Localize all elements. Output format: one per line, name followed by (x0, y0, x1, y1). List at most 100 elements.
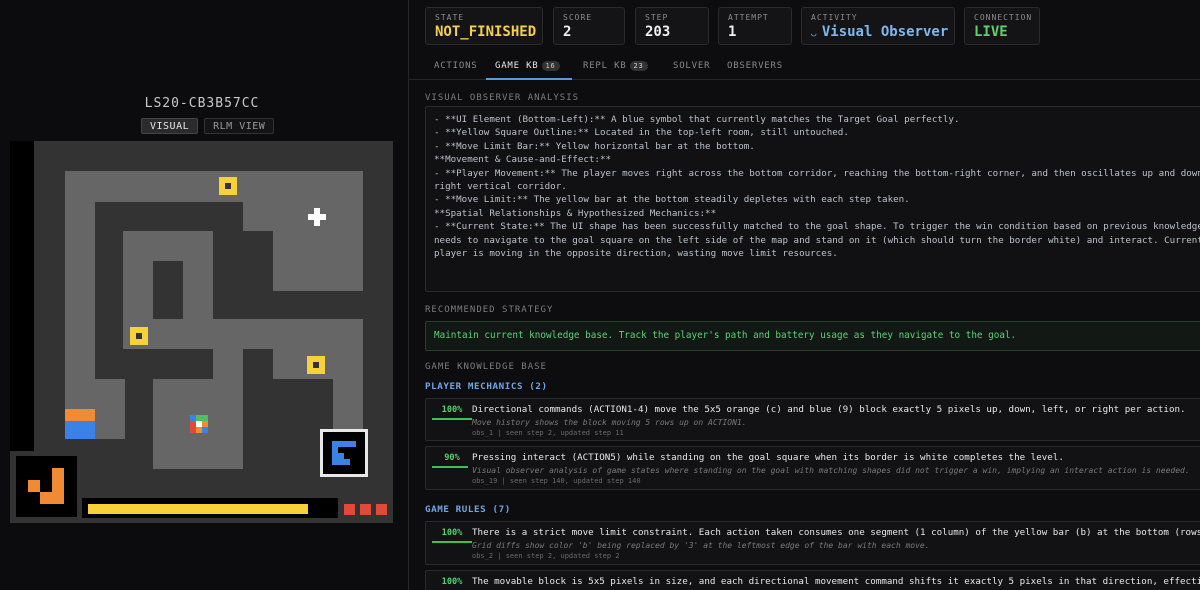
floor (333, 349, 363, 439)
floor (243, 201, 303, 231)
attempt-stat: ATTEMPT 1 (718, 7, 792, 45)
yellow-square-top (219, 177, 237, 195)
analysis-line: - **Yellow Square Outline:** Located in … (434, 127, 849, 139)
life-indicator (376, 504, 387, 515)
score-value: 2 (563, 24, 572, 40)
kb-meta: obs_1 | seen step 2, updated step 11 (472, 429, 624, 437)
view-toggle: VISUAL RLM VIEW (141, 118, 275, 134)
white-plus-icon (308, 208, 326, 226)
analysis-line: - **Move Limit Bar:** Yellow horizontal … (434, 140, 755, 152)
kb-card[interactable]: 100% There is a strict move limit constr… (425, 521, 1200, 565)
multicolor-sprite (190, 415, 208, 433)
analysis-line: player is moving in the opposite directi… (434, 248, 838, 260)
move-limit-bar (88, 504, 308, 514)
game-title: LS20-CB3B57CC (144, 96, 260, 111)
yellow-square-right (307, 356, 325, 374)
goal-box (320, 429, 368, 477)
state-stat: STATE NOT_FINISHED (425, 7, 543, 45)
analysis-line: - **Player Movement:** The player moves … (434, 167, 1200, 179)
analysis-title: VISUAL OBSERVER ANALYSIS (425, 93, 580, 103)
rlm-view-button[interactable]: RLM VIEW (204, 118, 275, 134)
kb-card[interactable]: 90% Pressing interact (ACTION5) while st… (425, 446, 1200, 490)
confidence-percent: 100% (441, 405, 463, 415)
confidence-bar (432, 418, 472, 420)
confidence-percent: 100% (441, 577, 463, 587)
activity-stat: ACTIVITY ◡ Visual Observer (801, 7, 955, 45)
kb-text: The movable block is 5x5 pixels in size,… (472, 576, 1200, 587)
floor (123, 319, 363, 349)
tab-label: SOLVER (673, 61, 711, 71)
kb-card[interactable]: 100% Directional commands (ACTION1-4) mo… (425, 398, 1200, 441)
confidence-bar (432, 541, 472, 543)
analysis-line: - **Move Limit:** The yellow bar at the … (434, 194, 910, 206)
stat-label: CONNECTION (974, 13, 1033, 22)
kb-group-title: PLAYER MECHANICS (2) (425, 381, 548, 392)
stat-label: ACTIVITY (811, 13, 858, 22)
activity-text: Visual Observer (821, 24, 949, 40)
game-board[interactable] (10, 141, 393, 523)
tab-label: OBSERVERS (727, 61, 783, 71)
tab-game-kb[interactable]: GAME KB 16 (495, 61, 560, 71)
confidence-percent: 90% (444, 453, 460, 463)
connection-stat: CONNECTION LIVE (964, 7, 1040, 45)
kb-text: Pressing interact (ACTION5) while standi… (472, 452, 1064, 463)
floor (273, 171, 363, 291)
analysis-line: - **Current State:** The UI shape has be… (434, 221, 1200, 233)
kb-title: GAME KNOWLEDGE BASE (425, 362, 547, 372)
step-value: 203 (645, 24, 671, 40)
analysis-line: needs to navigate to the goal square on … (434, 234, 1200, 246)
analysis-line: **Movement & Cause-and-Effect:** (434, 154, 612, 166)
stat-label: ATTEMPT (728, 13, 769, 22)
kb-meta: obs_2 | seen step 2, updated step 2 (472, 552, 620, 560)
tab-actions[interactable]: ACTIONS (434, 61, 478, 71)
floor (183, 261, 213, 321)
spinner-icon: ◡ (811, 29, 822, 39)
kb-text: Directional commands (ACTION1-4) move th… (472, 404, 1186, 415)
stat-label: SCORE (563, 13, 593, 22)
active-tab-indicator (486, 78, 572, 80)
tab-label: GAME KB (495, 61, 539, 71)
confidence-bar (432, 466, 468, 468)
analysis-line: **Spatial Relationships & Hypothesized M… (434, 207, 717, 219)
floor (213, 349, 243, 379)
yellow-square-left (130, 327, 148, 345)
strategy-box: Maintain current knowledge base. Track t… (425, 321, 1200, 351)
life-indicator (344, 504, 355, 515)
life-indicator (360, 504, 371, 515)
player-block (65, 409, 95, 439)
tab-label: REPL KB (583, 61, 627, 71)
tab-count-badge: 23 (629, 61, 648, 71)
kb-text: There is a strict move limit constraint.… (472, 527, 1200, 538)
activity-value: ◡ Visual Observer (811, 24, 949, 40)
tab-count-badge: 16 (541, 61, 560, 71)
tab-solver[interactable]: SOLVER (673, 61, 710, 71)
game-panel: LS20-CB3B57CC VISUAL RLM VIEW (0, 0, 408, 590)
kb-note: Move history shows the block moving 5 ro… (472, 418, 747, 427)
step-stat: STEP 203 (635, 7, 709, 45)
confidence-percent: 100% (441, 528, 463, 538)
target-symbol-icon (16, 456, 77, 517)
score-stat: SCORE 2 (553, 7, 625, 45)
stat-label: STATE (435, 13, 465, 22)
move-limit-track (82, 498, 338, 518)
visual-view-button[interactable]: VISUAL (141, 118, 199, 134)
kb-note: Visual observer analysis of game states … (472, 466, 1190, 475)
kb-card[interactable]: 100% The movable block is 5x5 pixels in … (425, 570, 1200, 590)
kb-note: Grid diffs show color 'b' being replaced… (472, 541, 930, 550)
tab-observers[interactable]: OBSERVERS (727, 61, 783, 71)
dashboard-panel: STATE NOT_FINISHED SCORE 2 STEP 203 ATTE… (408, 0, 1200, 590)
stat-label: STEP (645, 13, 669, 22)
strategy-title: RECOMMENDED STRATEGY (425, 305, 554, 315)
tab-repl-kb[interactable]: REPL KB 23 (583, 61, 648, 71)
tab-bar: ACTIONS GAME KB 16 REPL KB 23 SOLVER OBSER… (409, 56, 1200, 80)
connection-value: LIVE (974, 24, 1008, 40)
kb-meta: obs_19 | seen step 140, updated step 140 (472, 477, 641, 485)
analysis-line: right vertical corridor. (434, 181, 567, 193)
analysis-line: - **UI Element (Bottom-Left):** A blue s… (434, 114, 960, 125)
analysis-box[interactable]: - **UI Element (Bottom-Left):** A blue s… (425, 106, 1200, 292)
left-edge-strip (10, 141, 34, 451)
kb-group-title: GAME RULES (7) (425, 504, 511, 515)
tab-label: ACTIONS (434, 61, 478, 71)
attempt-value: 1 (728, 24, 737, 40)
state-value: NOT_FINISHED (435, 24, 537, 40)
